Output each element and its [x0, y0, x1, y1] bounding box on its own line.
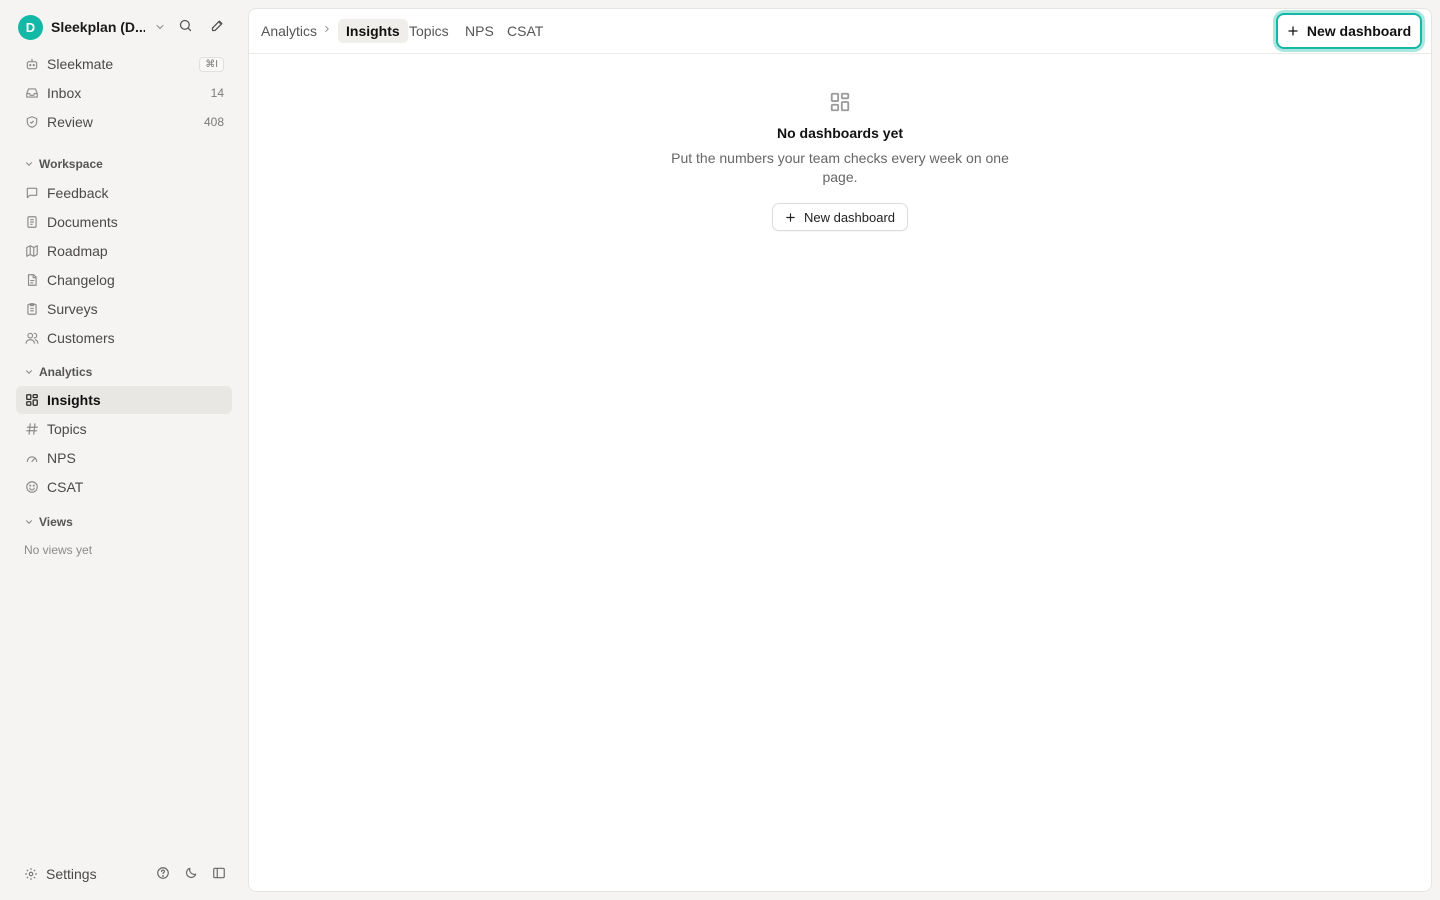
workspace-switcher[interactable]: D Sleekplan (D...	[18, 14, 230, 40]
sidebar-item-label: Documents	[47, 214, 118, 230]
shield-check-icon	[24, 115, 39, 130]
section-title: Views	[39, 515, 73, 529]
count-badge: 14	[210, 86, 224, 100]
plus-icon	[1287, 25, 1299, 37]
tab-insights[interactable]: Insights	[338, 19, 408, 43]
sidebar-item-label: NPS	[47, 450, 76, 466]
workspace-avatar: D	[18, 14, 43, 40]
sidebar-item-label: Feedback	[47, 185, 109, 201]
search-icon[interactable]	[178, 18, 193, 33]
views-empty-text: No views yet	[24, 543, 93, 557]
documents-icon	[24, 215, 39, 230]
sidebar-item-insights[interactable]: Insights	[16, 386, 232, 414]
tab-csat[interactable]: CSAT	[499, 19, 551, 43]
section-toggle-analytics[interactable]: Analytics	[24, 363, 92, 381]
empty-state-subtitle: Put the numbers your team checks every w…	[671, 150, 1009, 185]
section-toggle-views[interactable]: Views	[24, 513, 73, 531]
count-badge: 408	[203, 115, 224, 129]
empty-state-new-dashboard-button[interactable]: New dashboard	[771, 203, 909, 231]
chevron-down-icon	[24, 517, 34, 527]
shortcut-badge: ⌘I	[199, 56, 224, 72]
new-dashboard-label: New dashboard	[1306, 23, 1412, 39]
sidebar-item-label: Sleekmate	[47, 56, 114, 72]
users-icon	[24, 331, 39, 346]
inbox-icon	[24, 86, 39, 101]
sidebar-item-roadmap[interactable]: Roadmap	[16, 237, 232, 265]
workspace-name: Sleekplan (D...	[51, 19, 145, 35]
settings-button[interactable]: Settings	[16, 860, 232, 888]
sidebar-item-review[interactable]: Review 408	[16, 108, 232, 136]
message-icon	[24, 186, 39, 201]
empty-state-button-label: New dashboard	[803, 209, 896, 225]
chevron-down-icon	[154, 21, 166, 33]
sidebar-item-label: Customers	[47, 330, 115, 346]
chevron-right-icon	[322, 24, 332, 34]
empty-state-title: No dashboards yet	[776, 125, 904, 141]
sidebar-item-sleekmate[interactable]: Sleekmate ⌘I	[16, 50, 232, 78]
gear-icon	[24, 867, 38, 881]
dashboard-grid-icon	[829, 91, 851, 113]
moon-icon[interactable]	[184, 866, 198, 880]
gauge-icon	[24, 451, 39, 466]
empty-state: No dashboards yet Put the numbers your t…	[249, 91, 1431, 231]
map-icon	[24, 244, 39, 259]
sidebar-item-label: Surveys	[47, 301, 98, 317]
sidebar-item-topics[interactable]: Topics	[16, 415, 232, 443]
compose-icon[interactable]	[210, 18, 225, 33]
file-icon	[24, 273, 39, 288]
plus-icon	[785, 212, 796, 223]
hash-icon	[24, 422, 39, 437]
sidebar-item-documents[interactable]: Documents	[16, 208, 232, 236]
tab-topics[interactable]: Topics	[401, 19, 457, 43]
robot-icon	[24, 57, 39, 72]
sidebar: D Sleekplan (D... Sleekmate ⌘I Inbox 14 …	[0, 0, 248, 900]
settings-label: Settings	[46, 866, 97, 882]
tab-nps[interactable]: NPS	[457, 19, 502, 43]
help-icon[interactable]	[156, 866, 170, 880]
breadcrumb-analytics[interactable]: Analytics	[261, 23, 317, 39]
sidebar-item-label: Topics	[47, 421, 87, 437]
smile-icon	[24, 480, 39, 495]
new-dashboard-button[interactable]: New dashboard	[1276, 13, 1422, 49]
sidebar-item-nps[interactable]: NPS	[16, 444, 232, 472]
sidebar-item-changelog[interactable]: Changelog	[16, 266, 232, 294]
clipboard-icon	[24, 302, 39, 317]
sidebar-item-inbox[interactable]: Inbox 14	[16, 79, 232, 107]
sidebar-item-label: CSAT	[47, 479, 84, 495]
section-toggle-workspace[interactable]: Workspace	[24, 155, 103, 173]
topbar: Analytics Insights Topics NPS CSAT New d…	[249, 9, 1431, 54]
sidebar-item-label: Roadmap	[47, 243, 108, 259]
chevron-down-icon	[24, 367, 34, 377]
sidebar-item-customers[interactable]: Customers	[16, 324, 232, 352]
sidebar-item-surveys[interactable]: Surveys	[16, 295, 232, 323]
section-title: Workspace	[39, 157, 103, 171]
sidebar-toggle-icon[interactable]	[212, 866, 226, 880]
grid-icon	[24, 393, 39, 408]
sidebar-item-feedback[interactable]: Feedback	[16, 179, 232, 207]
main-panel: Analytics Insights Topics NPS CSAT New d…	[248, 8, 1432, 892]
sidebar-item-label: Insights	[47, 392, 101, 408]
sidebar-item-label: Inbox	[47, 85, 82, 101]
sidebar-item-label: Changelog	[47, 272, 115, 288]
sidebar-item-label: Review	[47, 114, 93, 130]
section-title: Analytics	[39, 365, 93, 379]
sidebar-item-csat[interactable]: CSAT	[16, 473, 232, 501]
chevron-down-icon	[24, 159, 34, 169]
